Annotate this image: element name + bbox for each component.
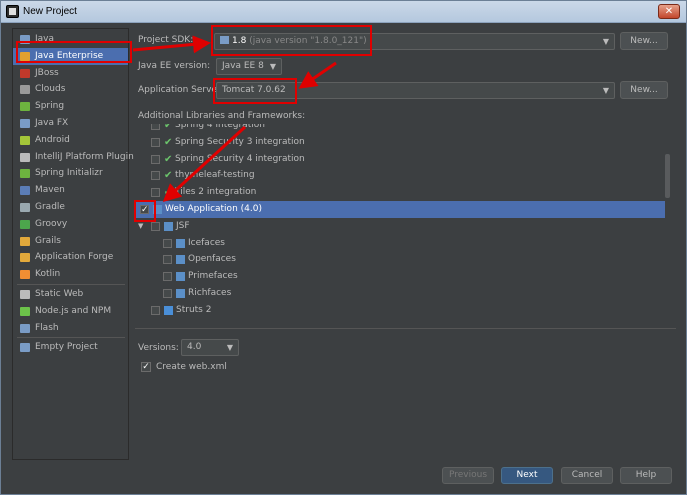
annotation-arrow-3: [162, 125, 247, 203]
annotation-arrows: [132, 35, 337, 203]
annotation-arrow-1: [132, 35, 211, 54]
new-project-dialog: New Project ✕ Java Java Enterprise JBoss Cl…: [0, 0, 687, 495]
annotation-arrow-2: [298, 61, 337, 89]
